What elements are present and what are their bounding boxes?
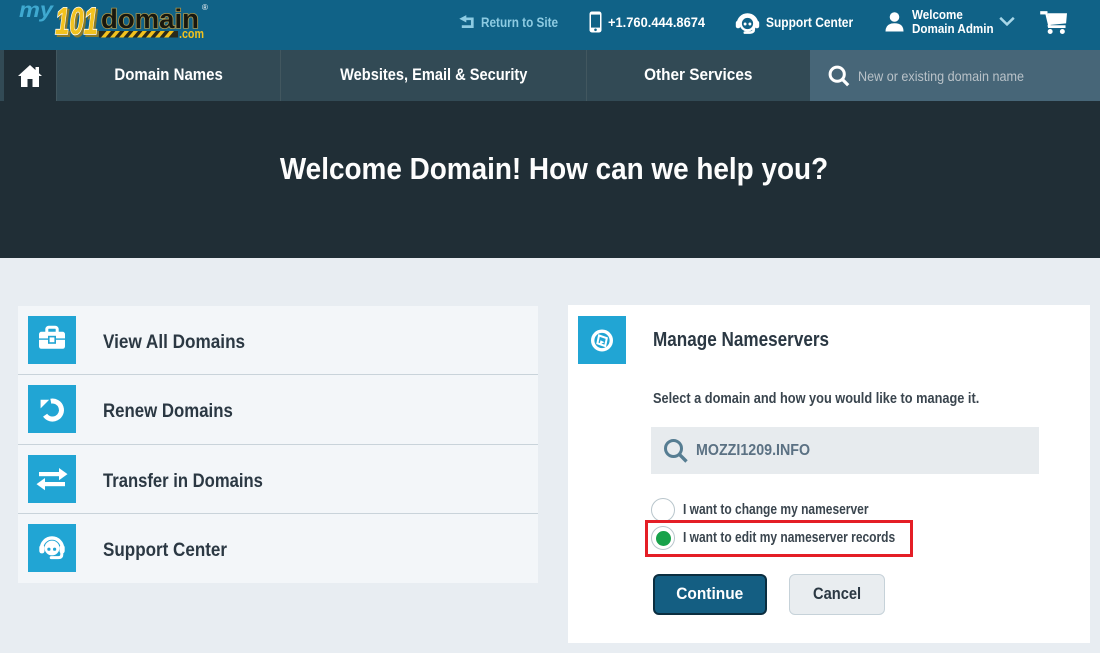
svg-text:my: my	[19, 0, 54, 22]
svg-text:®: ®	[202, 3, 208, 12]
svg-text:101: 101	[55, 1, 98, 43]
svg-text:.com: .com	[179, 27, 204, 41]
